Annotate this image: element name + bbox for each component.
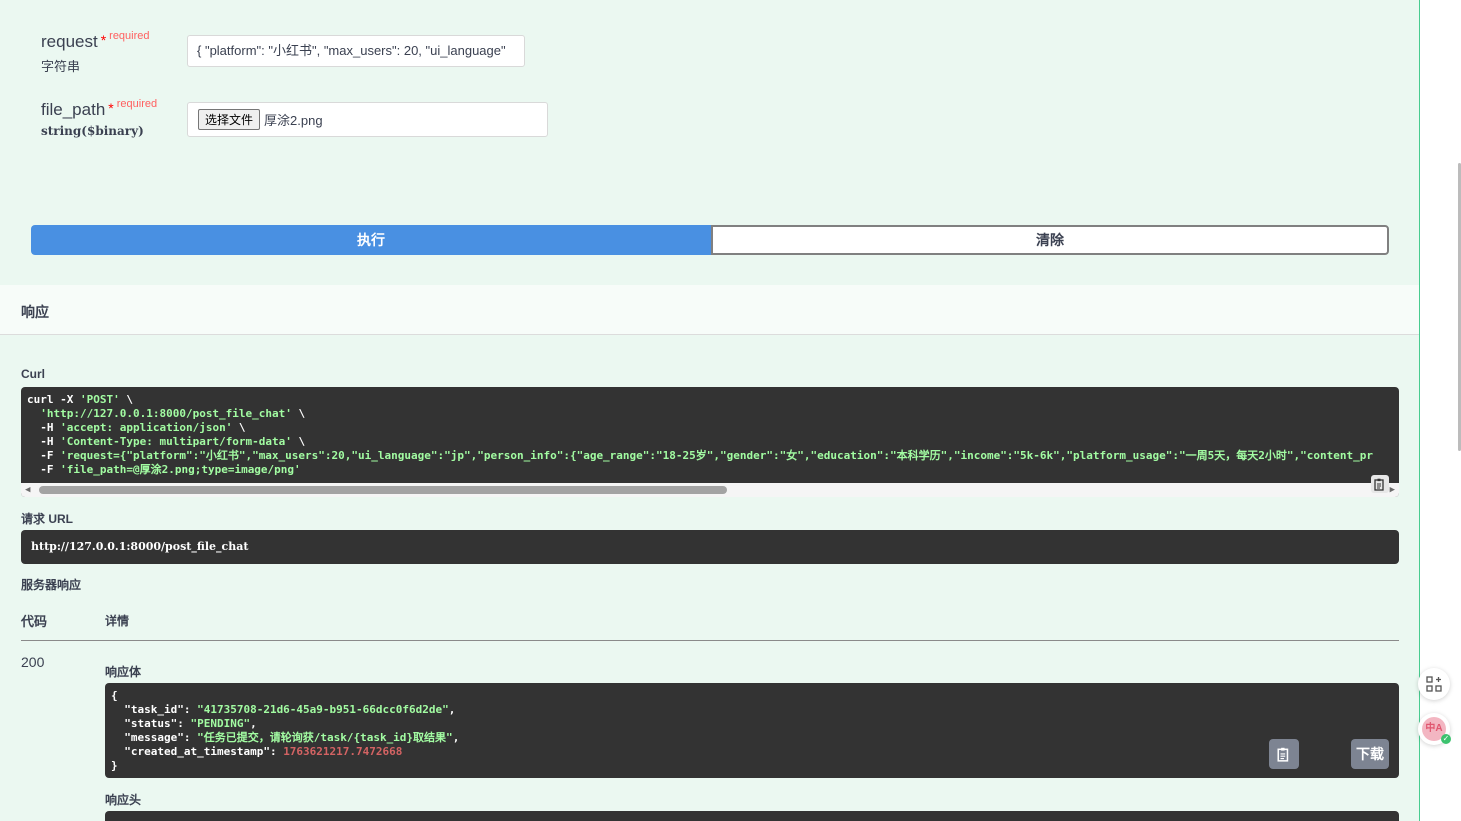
param-name: file_path (41, 100, 106, 119)
curl-scrollbar[interactable]: ◀ ▶ (21, 483, 1399, 497)
curl-line: curl -X 'POST' \ (27, 393, 133, 406)
curl-line: -H 'accept: application/json' \ (27, 421, 246, 434)
table-divider (21, 640, 1399, 641)
operation-panel: request * required 字符串 { "platform": "小红书"… (0, 0, 1420, 821)
response-headers-label: 响应头 (105, 793, 142, 807)
curl-line: 'http://127.0.0.1:8000/post_file_chat' \ (40, 407, 306, 420)
request-input[interactable]: { "platform": "小红书", "max_users": 20, "u… (187, 35, 525, 67)
curl-line: -F 'file_path=@厚涂2.png;type=image/png' (27, 463, 301, 476)
execute-wrapper: 执行 清除 (31, 225, 1389, 255)
copy-icon[interactable] (1371, 475, 1389, 493)
required-label: required (116, 98, 158, 110)
request-url: http://127.0.0.1:8000/post_file_chat (21, 530, 1399, 564)
copy-icon (1277, 747, 1289, 762)
param-type: string($binary) (41, 124, 144, 138)
curl-line: -F 'request={"platform":"小红书","max_users… (27, 449, 1373, 462)
param-request: request * required 字符串 (41, 30, 150, 75)
param-type: 字符串 (41, 59, 81, 74)
response-body-code: { "task_id": "41735708-21d6-45a9-b951-66… (111, 689, 460, 772)
param-file-path: file_path * required string($binary) (41, 98, 158, 138)
column-details-header: 详情 (105, 614, 130, 628)
param-name: request (41, 32, 98, 51)
column-code-header: 代码 (21, 614, 48, 629)
response-body: { "task_id": "41735708-21d6-45a9-b951-66… (105, 683, 1399, 778)
choose-file-button[interactable]: 选择文件 (198, 109, 261, 130)
request-url-label: 请求 URL (21, 512, 73, 526)
curl-code: curl -X 'POST' \ 'http://127.0.0.1:8000/… (27, 393, 1393, 477)
server-response-label: 服务器响应 (21, 578, 82, 592)
responses-title: 响应 (21, 304, 49, 320)
curl-line: -H 'Content-Type: multipart/form-data' \ (27, 435, 306, 448)
copy-button[interactable] (1269, 739, 1299, 769)
response-headers (105, 811, 1399, 821)
scroll-left-icon[interactable]: ◀ (25, 485, 30, 495)
required-star: * (108, 100, 114, 116)
translate-avatar-icon[interactable]: 中A ✓ (1418, 713, 1451, 745)
response-body-label: 响应体 (105, 665, 142, 679)
check-icon: ✓ (1441, 734, 1451, 744)
curl-label: Curl (21, 367, 45, 381)
download-button[interactable]: 下载 (1351, 739, 1389, 769)
execute-button[interactable]: 执行 (31, 225, 711, 255)
required-star: * (100, 32, 107, 48)
apps-icon[interactable] (1418, 668, 1450, 700)
response-code: 200 (21, 654, 45, 670)
clear-button[interactable]: 清除 (711, 225, 1389, 255)
scroll-thumb[interactable] (39, 486, 727, 494)
required-label: required (109, 30, 150, 42)
file-input[interactable]: 选择文件 厚涂2.png (187, 102, 548, 137)
responses-header: 响应 (0, 285, 1419, 335)
curl-block: curl -X 'POST' \ 'http://127.0.0.1:8000/… (21, 387, 1399, 497)
scroll-right-icon[interactable]: ▶ (1390, 485, 1395, 495)
file-name: 厚涂2.png (264, 113, 323, 128)
